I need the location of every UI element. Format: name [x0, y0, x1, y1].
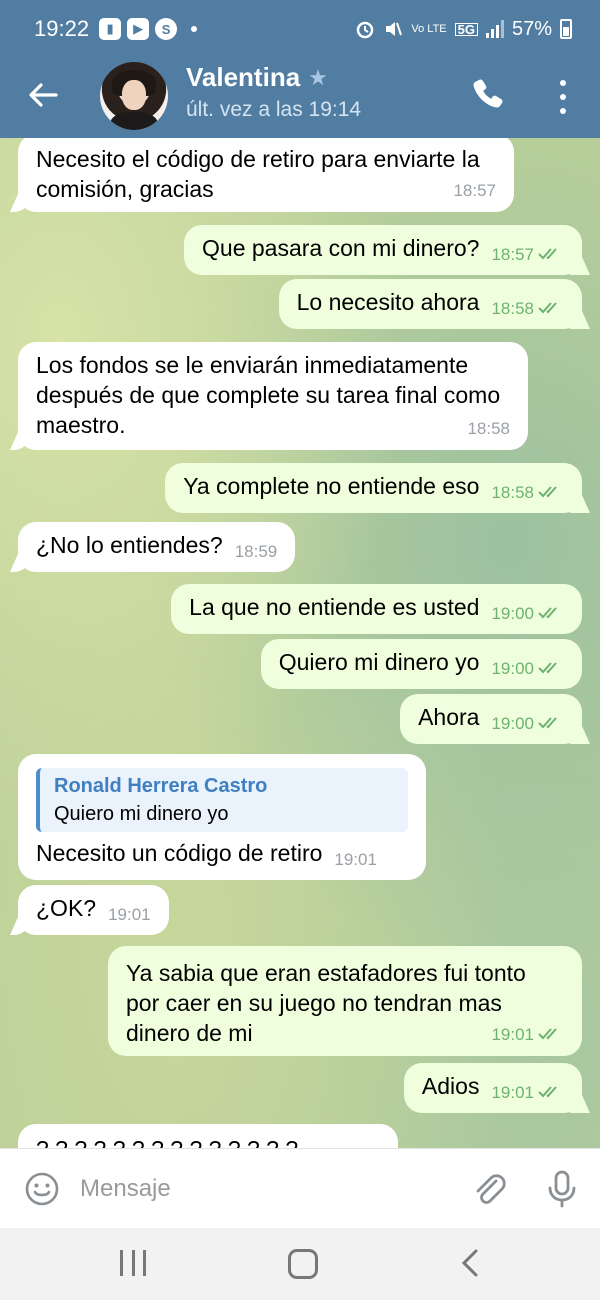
more-notifications-dot-icon	[191, 26, 198, 32]
message-incoming[interactable]: Los fondos se le enviarán inmediatamente…	[18, 342, 528, 450]
arrow-left-icon[interactable]	[26, 78, 60, 112]
reply-text: Quiero mi dinero yo	[54, 803, 229, 825]
last-seen: últ. vez a las 19:14	[186, 98, 362, 121]
message-outgoing[interactable]: Ya complete no entiende eso 18:58	[165, 463, 582, 513]
read-ticks-icon	[538, 717, 557, 729]
message-incoming-reply[interactable]: Ronald Herrera Castro Quiero mi dinero y…	[18, 754, 426, 880]
emoji-icon[interactable]	[24, 1171, 60, 1207]
twitch-icon: ▮	[99, 18, 122, 40]
recent-apps-icon[interactable]	[120, 1250, 146, 1276]
message-text: Ya complete no entiende eso	[183, 473, 480, 499]
message-time: 19:00	[491, 659, 534, 678]
mute-icon	[386, 22, 403, 36]
youtube-icon: ▶	[127, 18, 150, 40]
message-text: La que no entiende es usted	[189, 594, 480, 620]
message-incoming[interactable]: ¿No lo entiendes? 18:59	[18, 522, 296, 572]
message-time: 18:57	[491, 245, 534, 264]
contact-name-row[interactable]: Valentina ★	[186, 62, 328, 93]
message-time: 19:01	[108, 905, 151, 924]
message-outgoing[interactable]: Lo necesito ahora 18:58	[278, 279, 582, 329]
alarm-icon	[357, 21, 374, 39]
phone-icon[interactable]	[470, 76, 506, 112]
message-time: 18:58	[491, 483, 534, 502]
message-time: 18:59	[234, 542, 278, 561]
read-ticks-icon	[538, 486, 557, 498]
read-ticks-icon	[538, 302, 557, 314]
message-time: 19:01	[491, 1025, 534, 1044]
network-type: 5G	[454, 22, 478, 36]
chat-header: Valentina ★ últ. vez a las 19:14	[0, 58, 600, 138]
read-ticks-icon	[538, 662, 557, 674]
message-text: ? ? ? ? ? ? ? ? ? ? ? ? ? ?	[36, 1136, 298, 1148]
message-text: Quiero mi dinero yo	[278, 649, 480, 675]
message-outgoing[interactable]: Quiero mi dinero yo 19:00	[260, 639, 582, 689]
signal-icon	[485, 20, 504, 38]
message-text: Adios	[421, 1073, 480, 1099]
message-incoming[interactable]: Necesito el código de retiro para enviar…	[18, 138, 514, 212]
message-time: 18:58	[467, 419, 510, 438]
message-text: Los fondos se le enviarán inmediatamente…	[36, 352, 501, 438]
premium-star-icon: ★	[308, 64, 328, 90]
read-ticks-icon	[538, 1028, 557, 1040]
paperclip-icon[interactable]	[470, 1169, 506, 1209]
message-outgoing[interactable]: La que no entiende es usted 19:00	[171, 584, 582, 634]
message-text: Ahora	[418, 704, 480, 730]
message-incoming[interactable]: ? ? ? ? ? ? ? ? ? ? ? ? ? ?	[18, 1124, 398, 1148]
message-input-bar: Mensaje	[0, 1148, 600, 1228]
message-time: 18:57	[453, 181, 496, 200]
battery-icon	[560, 19, 572, 39]
message-text: Necesito un código de retiro	[36, 840, 323, 866]
message-text: Necesito el código de retiro para enviar…	[36, 146, 480, 202]
battery-percentage: 57%	[511, 17, 552, 40]
app-notification-icon: S	[155, 18, 178, 40]
chat-area[interactable]: Necesito el código de retiro para enviar…	[0, 138, 600, 1148]
message-text: ¿OK?	[36, 895, 97, 921]
message-time: 19:00	[491, 714, 534, 733]
reply-quote[interactable]: Ronald Herrera Castro Quiero mi dinero y…	[36, 768, 408, 832]
more-vertical-icon[interactable]	[556, 80, 570, 114]
message-text: Lo necesito ahora	[296, 289, 480, 315]
reply-author: Ronald Herrera Castro	[54, 775, 268, 797]
message-outgoing[interactable]: Ya sabia que eran estafadores fui tonto …	[108, 946, 582, 1056]
message-outgoing[interactable]: Que pasara con mi dinero? 18:57	[184, 225, 582, 275]
message-text: Que pasara con mi dinero?	[202, 235, 480, 261]
system-icons: Vo LTE 5G 57%	[355, 18, 572, 41]
home-icon[interactable]	[288, 1249, 318, 1279]
message-time: 19:01	[334, 850, 377, 869]
message-incoming[interactable]: ¿OK? 19:01	[18, 885, 169, 935]
message-outgoing[interactable]: Adios 19:01	[403, 1063, 582, 1113]
avatar[interactable]	[100, 62, 168, 130]
read-ticks-icon	[538, 248, 557, 260]
notification-icons: ▮ ▶ S	[99, 18, 198, 40]
read-ticks-icon	[538, 1086, 557, 1098]
message-input[interactable]: Mensaje	[80, 1175, 171, 1203]
system-nav-bar	[0, 1228, 600, 1300]
message-time: 19:00	[491, 604, 534, 623]
message-text: ¿No lo entiendes?	[36, 532, 223, 558]
contact-name: Valentina	[186, 62, 301, 92]
read-ticks-icon	[538, 607, 557, 619]
message-time: 19:01	[491, 1083, 534, 1102]
message-time: 18:58	[491, 299, 534, 318]
message-outgoing[interactable]: Ahora 19:00	[400, 694, 582, 744]
status-time: 19:22	[34, 16, 90, 41]
volte-indicator: Vo LTE	[411, 22, 447, 35]
nav-back-icon[interactable]	[460, 1248, 480, 1278]
status-bar: 19:22 ▮ ▶ S Vo LTE 5G 57%	[0, 0, 600, 58]
microphone-icon[interactable]	[546, 1169, 578, 1209]
